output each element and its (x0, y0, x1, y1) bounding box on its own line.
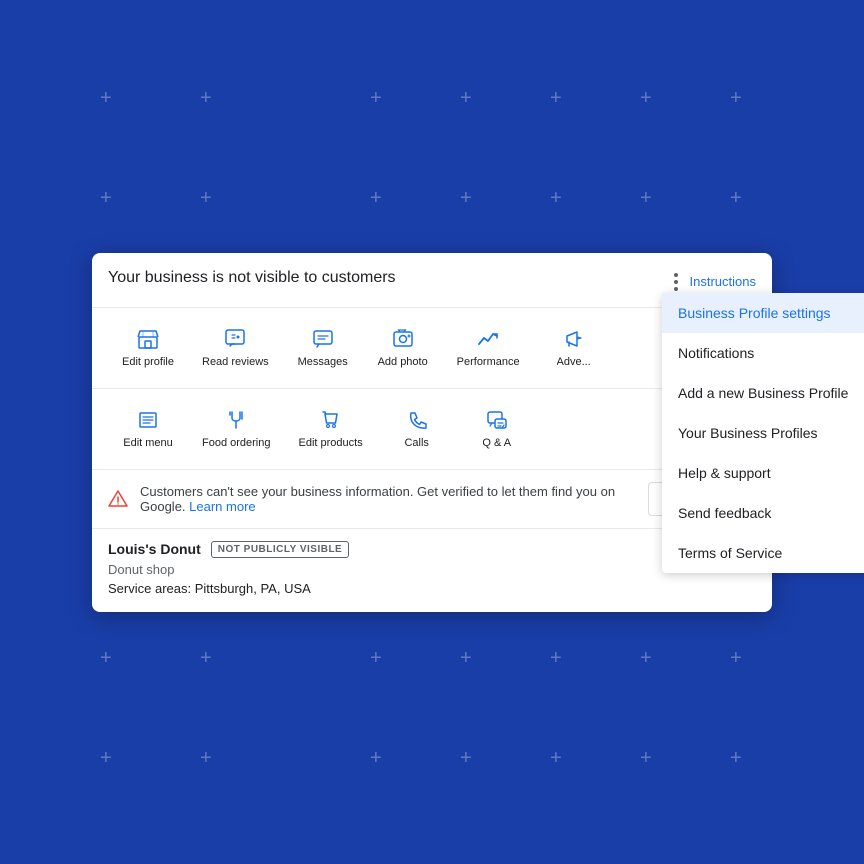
action-read-reviews-label: Read reviews (202, 356, 269, 368)
action-add-photo[interactable]: Add photo (363, 320, 443, 376)
action-advertise-label: Adve... (557, 356, 591, 368)
qa-icon (486, 409, 508, 431)
instructions-button[interactable]: Instructions (690, 274, 756, 289)
service-areas-label: Service areas: (108, 581, 191, 596)
learn-more-link[interactable]: Learn more (189, 499, 255, 514)
dropdown-item-help-support[interactable]: Help & support (662, 453, 864, 493)
business-name-row: Louis's Donut NOT PUBLICLY VISIBLE (108, 541, 756, 558)
dropdown-item-send-feedback[interactable]: Send feedback (662, 493, 864, 533)
service-areas: Service areas: Pittsburgh, PA, USA (108, 581, 756, 596)
action-qa-label: Q & A (482, 437, 511, 449)
more-options-button[interactable] (670, 269, 682, 295)
action-food-ordering[interactable]: Food ordering (188, 401, 285, 457)
dropdown-item-business-profile-settings[interactable]: Business Profile settings (662, 293, 864, 333)
dropdown-item-your-profiles[interactable]: Your Business Profiles (662, 413, 864, 453)
action-edit-products-label: Edit products (299, 437, 363, 449)
action-calls-label: Calls (404, 437, 428, 449)
action-advertise[interactable]: Adve... (534, 320, 614, 376)
header-actions: Instructions (670, 269, 756, 295)
business-name: Louis's Donut (108, 541, 201, 557)
performance-icon (477, 328, 499, 350)
dropdown-item-notifications[interactable]: Notifications (662, 333, 864, 373)
not-publicly-visible-badge: NOT PUBLICLY VISIBLE (211, 541, 349, 558)
business-type: Donut shop (108, 562, 756, 577)
warning-icon (108, 489, 128, 509)
add-photo-icon (392, 328, 414, 350)
service-areas-value: Pittsburgh, PA, USA (195, 581, 311, 596)
action-performance-label: Performance (457, 356, 520, 368)
action-food-ordering-label: Food ordering (202, 437, 271, 449)
action-performance[interactable]: Performance (443, 320, 534, 376)
action-calls[interactable]: Calls (377, 401, 457, 457)
action-messages[interactable]: Messages (283, 320, 363, 376)
dropdown-item-add-new-profile[interactable]: Add a new Business Profile (662, 373, 864, 413)
reviews-icon (224, 328, 246, 350)
action-qa[interactable]: Q & A (457, 401, 537, 457)
card-header: Your business is not visible to customer… (92, 253, 772, 308)
main-card: Your business is not visible to customer… (92, 253, 772, 612)
store-icon (137, 328, 159, 350)
action-edit-profile-label: Edit profile (122, 356, 174, 368)
calls-icon (406, 409, 428, 431)
action-edit-profile[interactable]: Edit profile (108, 320, 188, 376)
messages-icon (312, 328, 334, 350)
action-read-reviews[interactable]: Read reviews (188, 320, 283, 376)
action-edit-menu-label: Edit menu (123, 437, 173, 449)
food-icon (225, 409, 247, 431)
dropdown-menu: Business Profile settings Notifications … (662, 293, 864, 573)
action-add-photo-label: Add photo (378, 356, 428, 368)
action-edit-menu[interactable]: Edit menu (108, 401, 188, 457)
products-icon (320, 409, 342, 431)
action-edit-products[interactable]: Edit products (285, 401, 377, 457)
action-messages-label: Messages (298, 356, 348, 368)
alert-message: Customers can't see your business inform… (140, 484, 636, 514)
card-title: Your business is not visible to customer… (108, 269, 396, 287)
menu-icon (137, 409, 159, 431)
advertise-icon (563, 328, 585, 350)
dropdown-item-terms[interactable]: Terms of Service (662, 533, 864, 573)
